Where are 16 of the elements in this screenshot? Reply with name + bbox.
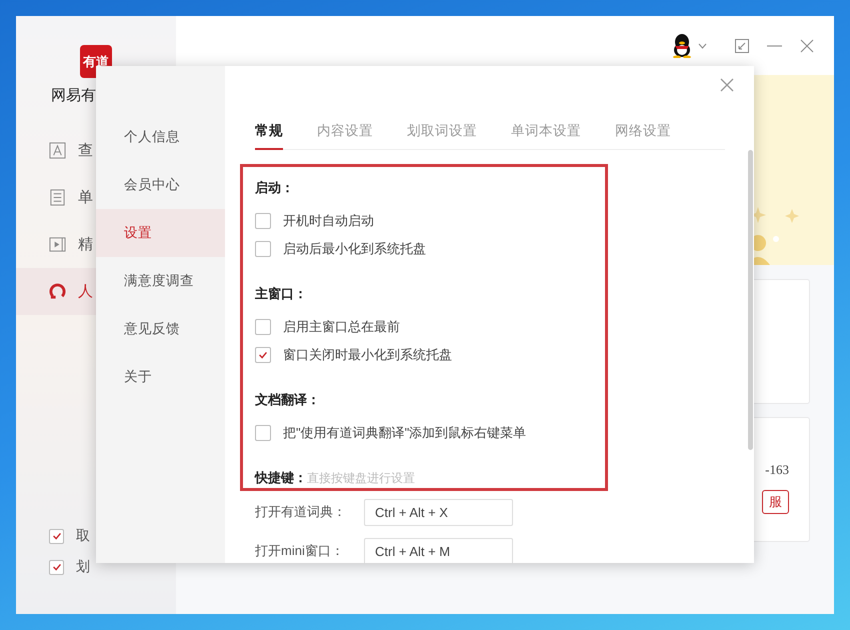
checkbox-label: 开机时自动启动: [283, 212, 374, 230]
option-label: 划: [76, 558, 90, 576]
checkbox-label: 窗口关闭时最小化到系统托盘: [283, 346, 452, 364]
checkbox-label: 启用主窗口总在最前: [283, 318, 400, 336]
hotkey-label: 打开mini窗口：: [255, 542, 345, 560]
checkbox-label: 把"使用有道词典翻译"添加到鼠标右键菜单: [283, 424, 526, 442]
checkbox-label: 启动后最小化到系统托盘: [283, 240, 426, 258]
section-title: 主窗口：: [255, 285, 307, 303]
section-title: 快捷键：: [255, 469, 307, 487]
option-label: 取: [76, 527, 90, 545]
card-text: -163: [765, 462, 789, 478]
section-title: 启动：: [255, 179, 294, 197]
app-name: 网易有: [51, 86, 97, 105]
hint-text: 直接按键盘进行设置: [307, 470, 415, 487]
hotkey-label: 打开有道词典：: [255, 503, 347, 521]
section-title: 文档翻译：: [255, 391, 320, 409]
